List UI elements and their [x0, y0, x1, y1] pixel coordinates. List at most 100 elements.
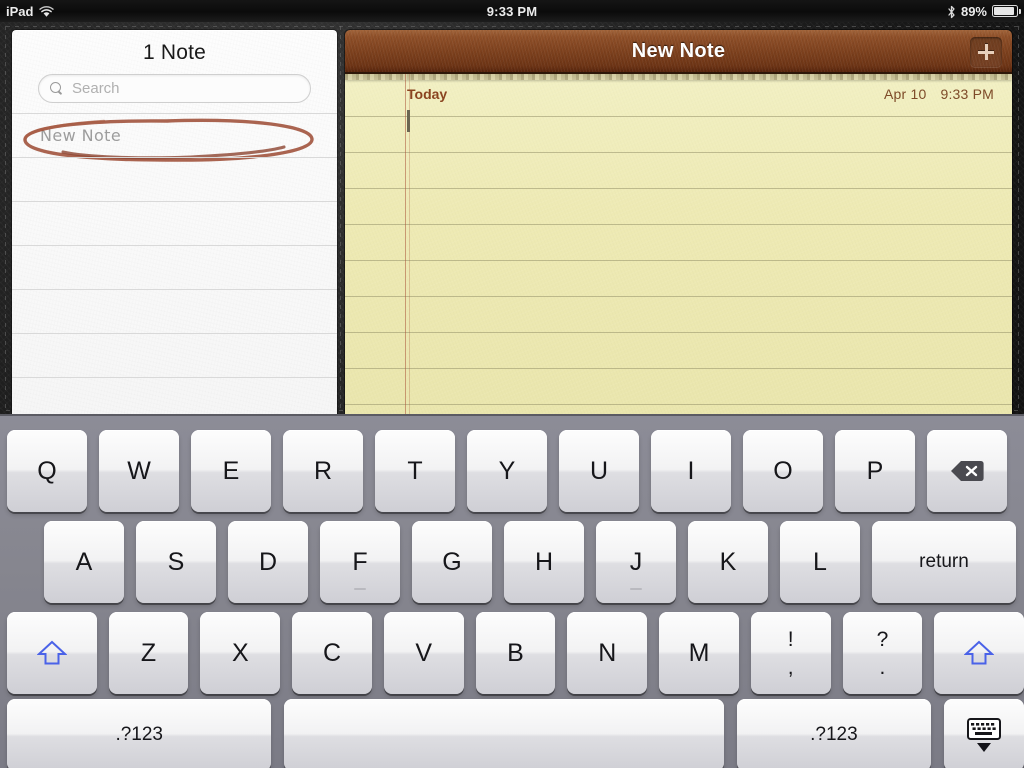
bluetooth-icon — [947, 5, 956, 19]
ipad-screen: iPad 9:33 PM 89% 1 Note Search New Note … — [0, 0, 1024, 768]
key-o[interactable]: O — [743, 430, 823, 512]
key-c-label: C — [323, 638, 342, 667]
key-p[interactable]: P — [835, 430, 915, 512]
key-v[interactable]: V — [383, 612, 464, 694]
key-u-label: U — [589, 456, 609, 485]
search-icon — [50, 81, 64, 96]
list-item[interactable] — [12, 157, 337, 201]
key-q[interactable]: Q — [7, 430, 87, 512]
search-field[interactable] — [38, 74, 311, 103]
note-meta: Today Apr 10 9:33 PM — [345, 84, 1012, 104]
list-item[interactable] — [12, 201, 337, 245]
key-k[interactable]: K — [688, 521, 768, 603]
chevron-down-icon — [977, 743, 992, 752]
key-r-label: R — [313, 456, 333, 485]
key-d-label: D — [258, 547, 278, 576]
key-numeric-left-label: .?123 — [115, 724, 163, 745]
key-space[interactable] — [284, 699, 724, 768]
key-y-label: Y — [498, 456, 516, 485]
paper-margin-line — [405, 74, 406, 414]
key-f[interactable]: F — [320, 521, 400, 603]
note-paper[interactable]: Today Apr 10 9:33 PM — [345, 74, 1012, 414]
notes-app: 1 Note New Note — [0, 22, 1024, 414]
keyboard-row-4: .?123 .?123 — [0, 699, 1024, 768]
key-hide-keyboard[interactable] — [944, 699, 1024, 768]
key-s[interactable]: S — [136, 521, 216, 603]
keyboard-row-3: Z X C V B N M!,?. — [0, 612, 1024, 694]
key-shift-left[interactable] — [7, 612, 97, 694]
key-z[interactable]: Z — [108, 612, 189, 694]
key-g-label: G — [442, 547, 462, 576]
key-h[interactable]: H — [504, 521, 584, 603]
key-p-label: P — [866, 456, 884, 485]
key-t[interactable]: T — [375, 430, 455, 512]
key-question-period[interactable]: ?. — [842, 612, 923, 694]
key-k-label: K — [719, 547, 737, 576]
key-numeric-left[interactable]: .?123 — [7, 699, 272, 768]
key-backspace[interactable] — [927, 430, 1007, 512]
key-n[interactable]: N — [567, 612, 648, 694]
key-l[interactable]: L — [780, 521, 860, 603]
text-cursor — [407, 110, 410, 132]
home-row-bump — [354, 588, 366, 590]
paper-rule — [345, 188, 1012, 189]
key-e-label: E — [222, 456, 240, 485]
key-x-label: X — [231, 638, 249, 667]
key-m[interactable]: M — [659, 612, 739, 694]
key-exclam-comma-top: ! — [787, 627, 794, 651]
paper-rule — [345, 224, 1012, 225]
key-e[interactable]: E — [191, 430, 271, 512]
paper-rule — [345, 152, 1012, 153]
key-b-label: B — [507, 638, 524, 667]
key-l-label: L — [813, 547, 827, 576]
list-item[interactable] — [12, 333, 337, 377]
key-x[interactable]: X — [200, 612, 281, 694]
key-m-label: M — [688, 638, 710, 667]
key-d[interactable]: D — [228, 521, 308, 603]
key-w[interactable]: W — [99, 430, 179, 512]
list-item[interactable] — [12, 289, 337, 333]
key-u[interactable]: U — [559, 430, 639, 512]
home-row-bump — [630, 588, 642, 590]
key-w-label: W — [127, 456, 151, 485]
hide-keyboard-icon — [967, 718, 1002, 752]
key-i[interactable]: I — [651, 430, 731, 512]
key-f-label: F — [352, 547, 368, 576]
onscreen-keyboard[interactable]: Q W E R T Y U I O P A S D F G H J K Lreturn Z X C V B N M!,?. .?12… — [0, 414, 1024, 768]
key-exclam-comma[interactable]: !, — [750, 612, 831, 694]
battery-percent: 89% — [960, 3, 987, 19]
add-note-button[interactable] — [970, 37, 1002, 67]
key-i-label: I — [687, 456, 695, 485]
note-today-label: Today — [407, 86, 448, 102]
key-j[interactable]: J — [596, 521, 676, 603]
key-a[interactable]: A — [44, 521, 124, 603]
notes-sidebar: 1 Note New Note — [12, 30, 337, 414]
key-r[interactable]: R — [283, 430, 363, 512]
plus-icon — [978, 44, 994, 60]
keyboard-row-2: A S D F G H J K Lreturn — [0, 521, 1024, 603]
note-date-text: Apr 10 — [884, 86, 927, 102]
key-g[interactable]: G — [412, 521, 492, 603]
backspace-icon — [951, 461, 984, 481]
list-item[interactable] — [12, 377, 337, 414]
list-item[interactable]: New Note — [12, 113, 337, 162]
paper-rule — [345, 368, 1012, 369]
key-numeric-right[interactable]: .?123 — [736, 699, 932, 768]
key-v-label: V — [415, 638, 433, 667]
key-c[interactable]: C — [292, 612, 372, 694]
list-item[interactable] — [12, 245, 337, 289]
key-n-label: N — [598, 638, 617, 667]
key-y[interactable]: Y — [467, 430, 547, 512]
status-bar: iPad 9:33 PM 89% — [0, 0, 1024, 22]
note-timestamp: Apr 10 9:33 PM — [884, 86, 994, 102]
notes-count-title: 1 Note — [142, 41, 207, 64]
paper-rule — [345, 116, 1012, 117]
key-shift-right[interactable] — [934, 612, 1024, 694]
search-container — [12, 74, 337, 113]
key-b[interactable]: B — [475, 612, 556, 694]
status-bar-right: 89% — [947, 3, 1021, 19]
search-input[interactable] — [72, 80, 302, 97]
key-return[interactable]: return — [872, 521, 1016, 603]
keyboard-row-1: QWERTYUIOP — [0, 430, 1024, 512]
key-return-label: return — [919, 551, 969, 572]
